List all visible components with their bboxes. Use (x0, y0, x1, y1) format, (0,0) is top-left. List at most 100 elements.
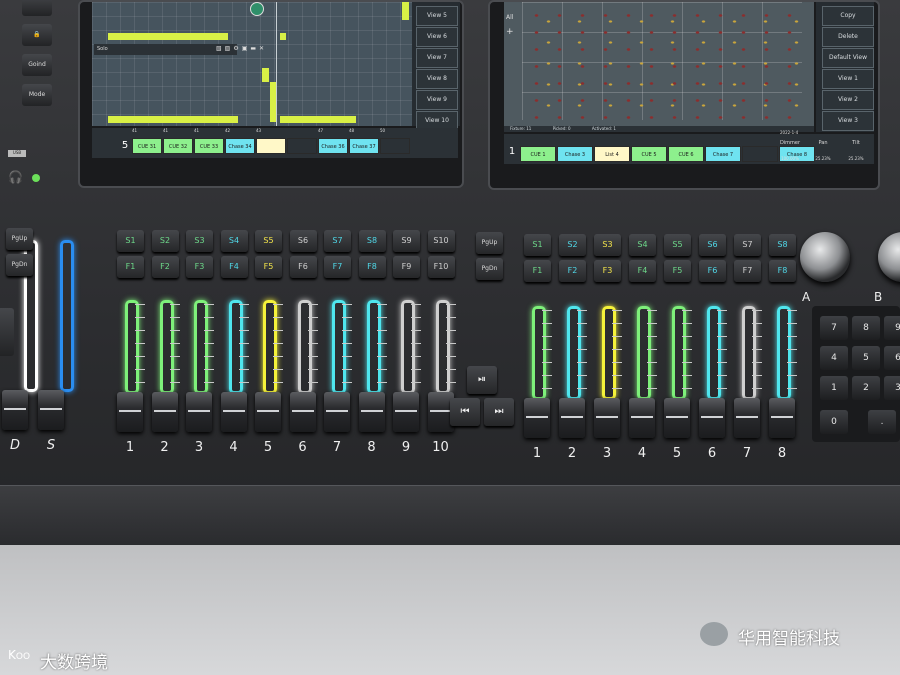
fader-knob[interactable] (594, 398, 620, 438)
numpad-key[interactable]: . (868, 410, 896, 434)
cue-button[interactable] (380, 138, 410, 154)
fader-knob[interactable] (559, 398, 585, 438)
cue-button[interactable] (256, 138, 286, 154)
fader-knob[interactable] (255, 392, 281, 432)
cue-button[interactable] (287, 138, 317, 154)
s-key[interactable]: S4 (629, 234, 656, 256)
f-key[interactable]: F5 (664, 260, 691, 282)
view-9-button[interactable]: View 9 (416, 90, 458, 110)
numpad-key[interactable]: 0 (820, 410, 848, 434)
fader-knob[interactable] (769, 398, 795, 438)
f-key[interactable]: F10 (427, 256, 455, 278)
fader-knob[interactable] (289, 392, 316, 432)
master-knob[interactable] (38, 390, 64, 430)
s-key[interactable]: S4 (220, 230, 248, 252)
f-key[interactable]: F7 (324, 256, 351, 278)
f-key[interactable]: F9 (393, 256, 420, 278)
s-key[interactable]: S7 (324, 230, 351, 252)
cue-button[interactable]: Chase 36 (318, 138, 348, 154)
fader-knob[interactable] (186, 392, 212, 432)
pgup-key-left[interactable]: PgUp (6, 228, 33, 250)
play-pause-button[interactable]: ⏯ (467, 366, 497, 394)
fader-knob[interactable] (358, 392, 385, 432)
f-key[interactable]: F3 (186, 256, 213, 278)
s-key[interactable]: S5 (255, 230, 282, 252)
master-knob[interactable] (2, 390, 28, 430)
s-key[interactable]: S6 (289, 230, 317, 252)
cue-button[interactable]: Chase 34 (225, 138, 255, 154)
s-key[interactable]: S2 (151, 230, 179, 252)
cue-button[interactable]: Chase 3 (557, 146, 593, 162)
f-key[interactable]: F2 (151, 256, 179, 278)
cue-button[interactable]: CUE 33 (194, 138, 224, 154)
s-key[interactable]: S1 (524, 234, 551, 256)
goind-key[interactable]: Goind (22, 54, 52, 76)
side-key-mid[interactable] (0, 308, 14, 356)
numpad-key[interactable]: 9 (884, 316, 900, 340)
side-button[interactable]: View 3 (822, 111, 874, 131)
add-tool[interactable]: + (506, 27, 520, 37)
f-key[interactable]: F3 (594, 260, 621, 282)
s-key[interactable]: S8 (358, 230, 386, 252)
numpad-key[interactable]: 1 (820, 376, 848, 400)
s-key[interactable]: S9 (393, 230, 420, 252)
s-key[interactable]: S10 (427, 230, 455, 252)
view-8-button[interactable]: View 8 (416, 69, 458, 89)
cue-button[interactable]: CUE 1 (520, 146, 556, 162)
side-key-top[interactable] (22, 0, 52, 16)
lock-key[interactable]: 🔒 (22, 24, 52, 46)
f-key[interactable]: F1 (117, 256, 144, 278)
left-screen[interactable] (92, 2, 412, 126)
pgdn-key-right[interactable]: PgDn (476, 258, 503, 280)
f-key[interactable]: F1 (524, 260, 551, 282)
previous-button[interactable]: ⏮ (450, 398, 480, 426)
fader-knob[interactable] (664, 398, 690, 438)
f-key[interactable]: F6 (699, 260, 726, 282)
cue-button[interactable]: Chase 37 (349, 138, 379, 154)
cue-button[interactable]: CUE 32 (163, 138, 193, 154)
fader-knob[interactable] (699, 398, 725, 438)
s-key[interactable]: S2 (559, 234, 586, 256)
numpad-key[interactable]: 4 (820, 346, 848, 370)
numpad-key[interactable]: 2 (852, 376, 880, 400)
fader-knob[interactable] (734, 398, 760, 438)
side-button[interactable]: Default View (822, 48, 874, 68)
fader-knob[interactable] (629, 398, 655, 438)
mode-key[interactable]: Mode (22, 84, 52, 106)
s-key[interactable]: S7 (734, 234, 761, 256)
numpad-key[interactable]: 8 (852, 316, 880, 340)
fader-knob[interactable] (151, 392, 178, 432)
cue-button[interactable]: CUE 5 (631, 146, 667, 162)
f-key[interactable]: F4 (629, 260, 656, 282)
all-tool[interactable]: All (506, 14, 520, 21)
next-button[interactable]: ⏭ (484, 398, 514, 426)
cue-button[interactable]: List 4 (594, 146, 630, 162)
side-button[interactable]: View 2 (822, 90, 874, 110)
view-6-button[interactable]: View 6 (416, 27, 458, 47)
f-key[interactable]: F6 (289, 256, 317, 278)
encoder-a[interactable] (800, 232, 850, 282)
view-7-button[interactable]: View 7 (416, 48, 458, 68)
f-key[interactable]: F5 (255, 256, 282, 278)
fader-knob[interactable] (117, 392, 143, 432)
numpad-key[interactable]: 5 (852, 346, 880, 370)
usb-port[interactable]: USB (8, 150, 26, 157)
fader-knob[interactable] (524, 398, 550, 438)
pgup-key-right[interactable]: PgUp (476, 232, 503, 254)
s-key[interactable]: S1 (117, 230, 144, 252)
fader-knob[interactable] (324, 392, 350, 432)
side-button[interactable]: Delete (822, 27, 874, 47)
view-5-button[interactable]: View 5 (416, 6, 458, 26)
side-button[interactable]: View 1 (822, 69, 874, 89)
right-screen[interactable] (504, 2, 814, 126)
side-button[interactable]: Copy (822, 6, 874, 26)
pgdn-key-left[interactable]: PgDn (6, 254, 33, 276)
f-key[interactable]: F4 (220, 256, 248, 278)
numpad-key[interactable]: 6 (884, 346, 900, 370)
cue-button[interactable] (742, 146, 778, 162)
s-key[interactable]: S5 (664, 234, 691, 256)
s-key[interactable]: S8 (769, 234, 796, 256)
f-key[interactable]: F7 (734, 260, 761, 282)
s-key[interactable]: S6 (699, 234, 726, 256)
f-key[interactable]: F8 (358, 256, 386, 278)
